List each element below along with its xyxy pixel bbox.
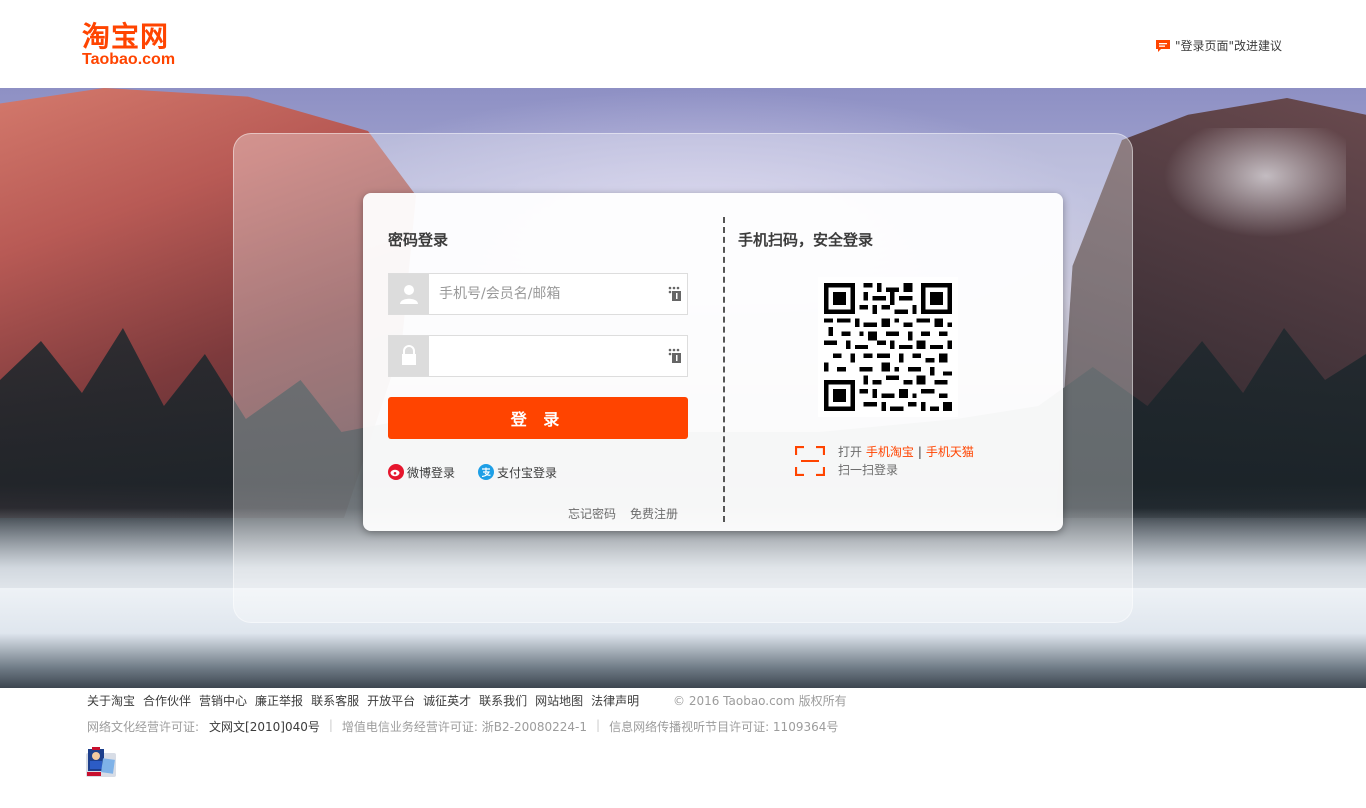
feedback-link[interactable]: "登录页面"改进建议 [1155,37,1282,53]
keyboard-icon[interactable] [663,336,687,376]
mobile-taobao-link[interactable]: 手机淘宝 [866,445,914,459]
taobao-logo[interactable]: 淘宝网 Taobao.com [82,22,194,70]
copyright: © 2016 Taobao.com 版权所有 [673,694,847,708]
scan-icon [794,445,826,477]
qr-open-apps: 打开 手机淘宝 | 手机天猫 [838,443,974,460]
footer-link-careers[interactable]: 诚征英才 [423,692,471,708]
weibo-icon [388,464,404,480]
separator: | [917,445,922,459]
weibo-login-label: 微博登录 [407,465,456,480]
username-input[interactable] [429,274,663,314]
qr-code[interactable] [818,277,958,417]
banner: 密码登录 手机号/会员名/邮箱 登 录 微博登录 支付宝登录 忘记密码 免费注册… [0,88,1366,688]
footer-link-contact[interactable]: 联系我们 [479,692,527,708]
password-field [388,335,688,377]
forgot-password-link[interactable]: 忘记密码 [568,505,616,522]
footer-link-sitemap[interactable]: 网站地图 [535,692,583,708]
open-label: 打开 [838,445,863,459]
qr-hint: 打开 手机淘宝 | 手机天猫 扫一扫登录 [794,443,995,479]
divider [723,217,725,522]
logo-en: Taobao.com [82,51,176,68]
login-box: 密码登录 手机号/会员名/邮箱 登 录 微博登录 支付宝登录 忘记密码 免费注册… [363,193,1063,531]
license2: 增值电信业务经营许可证: 浙B2-20080224-1 [341,720,588,734]
alipay-icon [478,464,494,480]
lock-icon [389,336,429,376]
register-link[interactable]: 免费注册 [630,505,678,522]
license1-value[interactable]: 文网文[2010]040号 [209,718,320,735]
license3: 信息网络传播视听节目许可证: 1109364号 [609,720,839,734]
username-field [388,273,688,315]
footer-links: 关于淘宝 合作伙伴 营销中心 廉正举报 联系客服 开放平台 诚征英才 联系我们 … [87,692,647,708]
footer-link-partners[interactable]: 合作伙伴 [143,692,191,708]
login-button[interactable]: 登 录 [388,397,688,439]
mobile-tmall-link[interactable]: 手机天猫 [926,445,974,459]
license1-label: 网络文化经营许可证: [87,720,200,734]
weibo-login-link[interactable]: 微博登录 [388,463,455,481]
footer-link-service[interactable]: 联系客服 [311,692,359,708]
police-badge-icon[interactable] [84,745,118,779]
scan-login-label: 扫一扫登录 [838,463,899,477]
license-line: 网络文化经营许可证: 文网文[2010]040号 | 增值电信业务经营许可证: … [87,718,838,735]
comment-icon [1155,39,1171,52]
footer-link-open-platform[interactable]: 开放平台 [367,692,415,708]
header: 淘宝网 Taobao.com "登录页面"改进建议 [0,0,1366,88]
keyboard-icon[interactable] [663,274,687,314]
license-separator: | [596,718,601,732]
password-input[interactable] [429,336,663,376]
license-separator: | [328,718,333,732]
footer-link-marketing[interactable]: 营销中心 [199,692,247,708]
snow-patch [1146,128,1346,248]
qr-login-title: 手机扫码，安全登录 [738,231,874,249]
user-icon [389,274,429,314]
footer-link-legal[interactable]: 法律声明 [591,692,639,708]
footer: 关于淘宝 合作伙伴 营销中心 廉正举报 联系客服 开放平台 诚征英才 联系我们 … [0,688,1366,808]
footer-link-report[interactable]: 廉正举报 [255,692,303,708]
alipay-login-label: 支付宝登录 [497,465,558,480]
alipay-login-link[interactable]: 支付宝登录 [478,463,557,481]
feedback-label: "登录页面"改进建议 [1174,38,1282,53]
logo-cn: 淘宝网 [82,20,170,53]
footer-link-about[interactable]: 关于淘宝 [87,692,135,708]
password-login-title: 密码登录 [388,231,449,249]
